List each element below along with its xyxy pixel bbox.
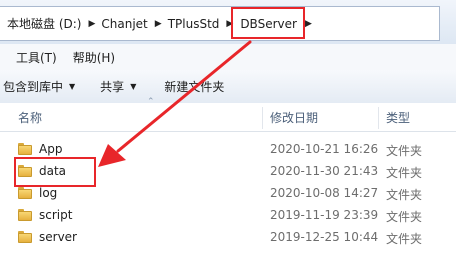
annotation-arrow <box>98 40 252 167</box>
